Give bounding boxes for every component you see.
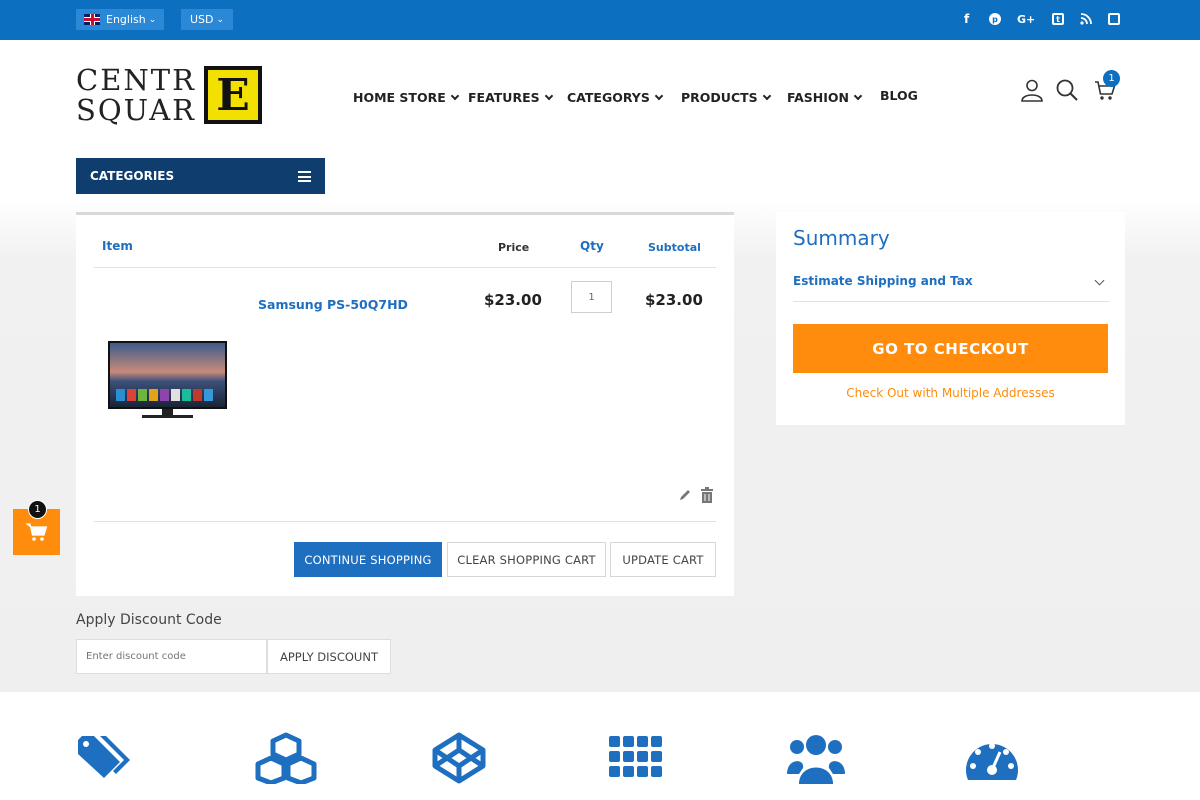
nav-label: BLOG	[880, 88, 918, 103]
floating-cart-count: 1	[28, 500, 47, 519]
chevron-down-icon	[853, 91, 863, 100]
nav-label: HOME STORE	[353, 90, 446, 105]
nav-blog[interactable]: BLOG	[880, 88, 918, 103]
site-logo[interactable]: CENTR SQUAR E	[76, 66, 262, 126]
cart-table: Item Price Qty Subtotal Samsung PS-50Q7H…	[76, 212, 734, 596]
logo-line-1: CENTR	[76, 63, 196, 97]
qty-input[interactable]	[571, 281, 612, 313]
hamburger-icon	[298, 171, 311, 182]
dashboard-icon	[964, 736, 1020, 788]
chevron-down-icon	[762, 91, 771, 100]
order-summary: Summary Estimate Shipping and Tax GO TO …	[776, 212, 1125, 425]
header-subtotal: Subtotal	[648, 241, 701, 254]
product-image-tv[interactable]	[108, 341, 227, 421]
product-name-link[interactable]: Samsung PS-50Q7HD	[258, 297, 408, 312]
item-price: $23.00	[484, 291, 542, 309]
nav-label: CATEGORYS	[567, 90, 650, 105]
rss-icon[interactable]	[1080, 11, 1092, 27]
currency-selector[interactable]: USD ⌄	[181, 9, 233, 30]
nav-label: FASHION	[787, 90, 849, 105]
nav-fashion[interactable]: FASHION	[787, 90, 863, 105]
categories-label: CATEGORIES	[90, 169, 175, 183]
logo-letter-box: E	[204, 66, 262, 124]
divider	[94, 521, 716, 522]
nav-home-store[interactable]: HOME STORE	[353, 90, 459, 105]
divider	[94, 267, 716, 268]
summary-title: Summary	[793, 226, 890, 250]
edit-icon[interactable]	[678, 487, 692, 506]
nav-products[interactable]: PRODUCTS	[681, 90, 771, 105]
continue-shopping-button[interactable]: CONTINUE SHOPPING	[294, 542, 442, 577]
grid-icon	[609, 736, 663, 784]
header-qty: Qty	[580, 239, 604, 253]
language-label: English	[106, 13, 146, 26]
uk-flag-icon	[84, 14, 100, 25]
chevron-down-icon	[654, 91, 664, 100]
chevron-down-icon: ⌄	[148, 14, 157, 25]
apply-discount-button[interactable]: APPLY DISCOUNT	[267, 639, 391, 674]
cubes-icon	[253, 732, 319, 788]
estimate-shipping-toggle[interactable]: Estimate Shipping and Tax	[793, 274, 1109, 302]
top-bar: English ⌄ USD ⌄ f p G+ t	[0, 0, 1200, 40]
cart-icon	[25, 523, 47, 541]
chevron-down-icon	[544, 91, 553, 100]
nav-features[interactable]: FEATURES	[468, 90, 553, 105]
item-subtotal: $23.00	[645, 291, 703, 309]
language-selector[interactable]: English ⌄	[76, 9, 164, 30]
nav-categorys[interactable]: CATEGORYS	[567, 90, 664, 105]
google-plus-icon[interactable]: G+	[1017, 11, 1035, 27]
multiple-addresses-link[interactable]: Check Out with Multiple Addresses	[793, 386, 1108, 400]
chevron-down-icon	[450, 91, 459, 100]
clear-cart-button[interactable]: CLEAR SHOPPING CART	[447, 542, 606, 577]
tags-icon	[76, 732, 134, 784]
twitter-icon[interactable]: t	[1052, 13, 1064, 25]
header-price: Price	[498, 241, 530, 254]
logo-letter: E	[208, 70, 258, 121]
discount-label: Apply Discount Code	[76, 612, 222, 628]
chevron-down-icon	[1094, 275, 1105, 286]
nav-label: FEATURES	[468, 90, 540, 105]
users-icon	[787, 732, 845, 788]
header-item: Item	[102, 239, 133, 253]
user-icon[interactable]	[1020, 78, 1044, 106]
cart-count-badge: 1	[1103, 70, 1120, 87]
search-icon[interactable]	[1055, 78, 1079, 106]
pinterest-icon[interactable]: p	[989, 13, 1001, 25]
currency-label: USD	[190, 13, 214, 26]
square-icon[interactable]	[1108, 13, 1120, 25]
trash-icon[interactable]	[700, 487, 714, 507]
chevron-down-icon: ⌄	[216, 14, 225, 25]
discount-code-input[interactable]	[76, 639, 267, 674]
logo-line-2: SQUAR	[76, 93, 196, 127]
facebook-icon[interactable]: f	[964, 11, 969, 27]
update-cart-button[interactable]: UPDATE CART	[610, 542, 716, 577]
codepen-icon	[431, 732, 487, 788]
shipping-label: Estimate Shipping and Tax	[793, 274, 973, 288]
nav-label: PRODUCTS	[681, 90, 758, 105]
go-to-checkout-button[interactable]: GO TO CHECKOUT	[793, 324, 1108, 373]
categories-menu-button[interactable]: CATEGORIES	[76, 158, 325, 194]
